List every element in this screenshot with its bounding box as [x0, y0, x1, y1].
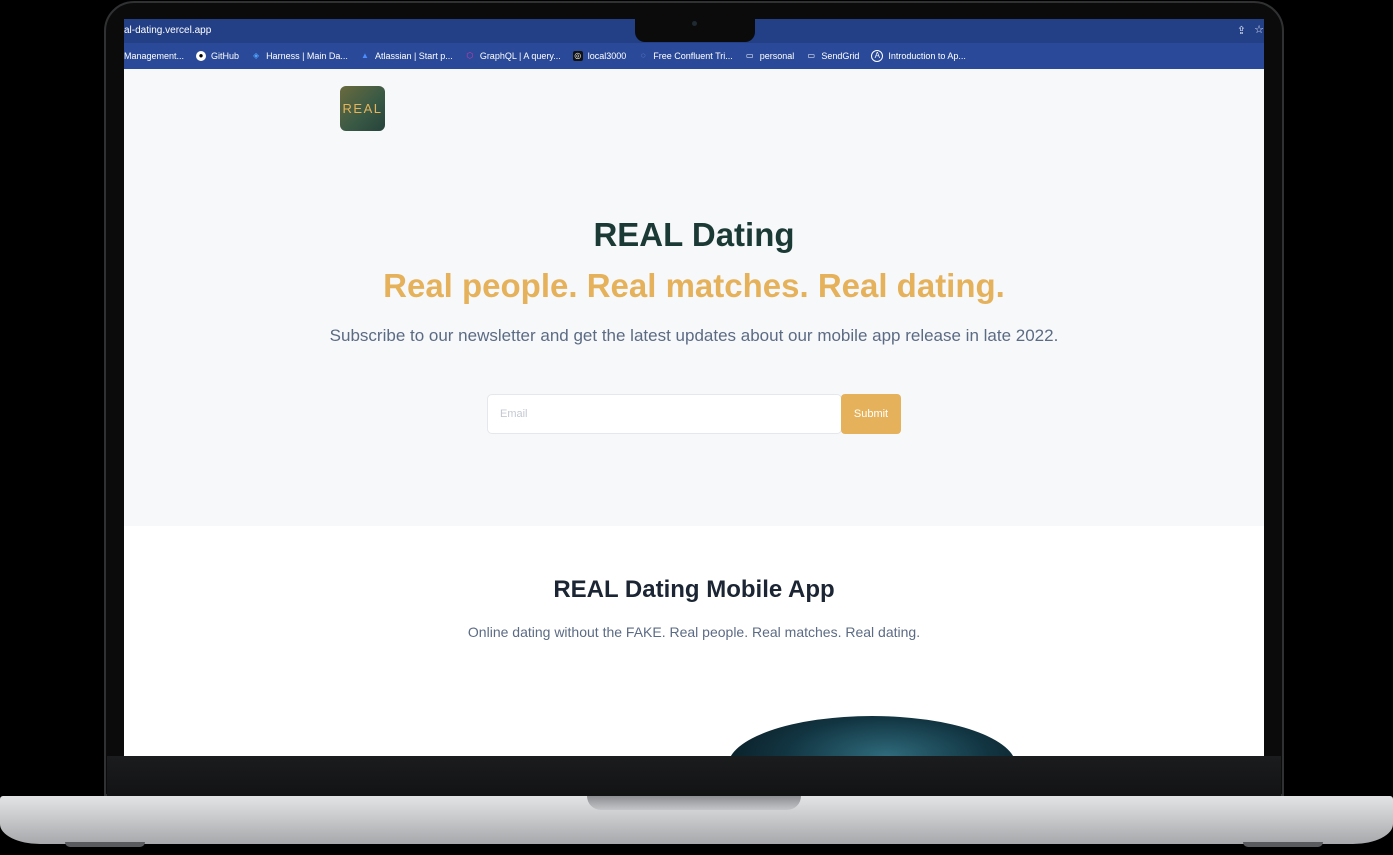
bookmark-github[interactable]: ● GitHub — [196, 51, 239, 61]
logo[interactable]: REAL — [340, 86, 385, 131]
graphql-icon: ⬡ — [466, 51, 474, 60]
local-icon: ◎ — [572, 51, 583, 61]
section-title: REAL Dating Mobile App — [553, 576, 835, 603]
email-input[interactable] — [487, 394, 842, 434]
laptop-foot — [1243, 842, 1323, 847]
bookmark-label: SendGrid — [821, 51, 860, 61]
atlassian-icon: ▲ — [360, 51, 369, 60]
bookmark-local3000[interactable]: ◎ local3000 — [572, 51, 627, 61]
laptop-opening-notch — [587, 796, 801, 810]
tagline: Real people. Real matches. Real dating. — [383, 267, 1005, 304]
bookmark-management[interactable]: Management... — [124, 51, 184, 61]
confluent-icon: ◌ — [640, 51, 646, 60]
folder-icon: ▭ — [746, 51, 754, 60]
section-subtitle: Online dating without the FAKE. Real peo… — [467, 624, 921, 640]
apollo-icon: A — [871, 50, 884, 62]
address-bar[interactable]: al-dating.vercel.app — [124, 25, 211, 36]
github-icon: ● — [196, 51, 207, 61]
app-section: REAL Dating Mobile App Online dating wit… — [124, 526, 1264, 756]
bookmark-personal[interactable]: ▭ personal — [745, 51, 795, 61]
bookmark-label: Harness | Main Da... — [266, 51, 348, 61]
submit-button[interactable]: Submit — [841, 394, 901, 434]
bookmark-label: Introduction to Ap... — [888, 51, 966, 61]
bookmark-label: Free Confluent Tri... — [653, 51, 733, 61]
camera-icon — [692, 21, 697, 26]
bookmark-harness[interactable]: ◈ Harness | Main Da... — [251, 51, 348, 61]
bookmark-graphql[interactable]: ⬡ GraphQL | A query... — [465, 51, 561, 61]
bookmark-atlassian[interactable]: ▲ Atlassian | Start p... — [360, 51, 453, 61]
bookmark-label: personal — [759, 51, 795, 61]
laptop-foot — [65, 842, 145, 847]
harness-icon: ◈ — [252, 51, 260, 60]
bookmark-sendgrid[interactable]: ▭ SendGrid — [806, 51, 860, 61]
bookmark-label: local3000 — [587, 51, 627, 61]
laptop-chin — [107, 756, 1281, 796]
screen: al-dating.vercel.app ⇪ ☆ Management... ●… — [124, 19, 1264, 756]
bookmark-apollo[interactable]: A Introduction to Ap... — [871, 50, 966, 62]
share-icon[interactable]: ⇪ — [1237, 24, 1246, 37]
bookmark-label: GraphQL | A query... — [479, 51, 561, 61]
bookmark-star-icon[interactable]: ☆ — [1254, 23, 1264, 36]
bookmark-label: Management... — [124, 51, 185, 61]
page-title: REAL Dating — [593, 216, 795, 253]
bookmark-label: GitHub — [211, 51, 240, 61]
bookmark-confluent[interactable]: ◌ Free Confluent Tri... — [638, 51, 733, 61]
bookmark-label: Atlassian | Start p... — [374, 51, 453, 61]
folder-icon: ▭ — [807, 51, 816, 60]
hero-section: REAL REAL Dating Real people. Real match… — [124, 69, 1264, 526]
bookmarks-bar: Management... ● GitHub ◈ Harness | Main … — [124, 43, 1264, 69]
app-preview-image — [728, 716, 1016, 756]
hero-subtitle: Subscribe to our newsletter and get the … — [329, 326, 1059, 345]
